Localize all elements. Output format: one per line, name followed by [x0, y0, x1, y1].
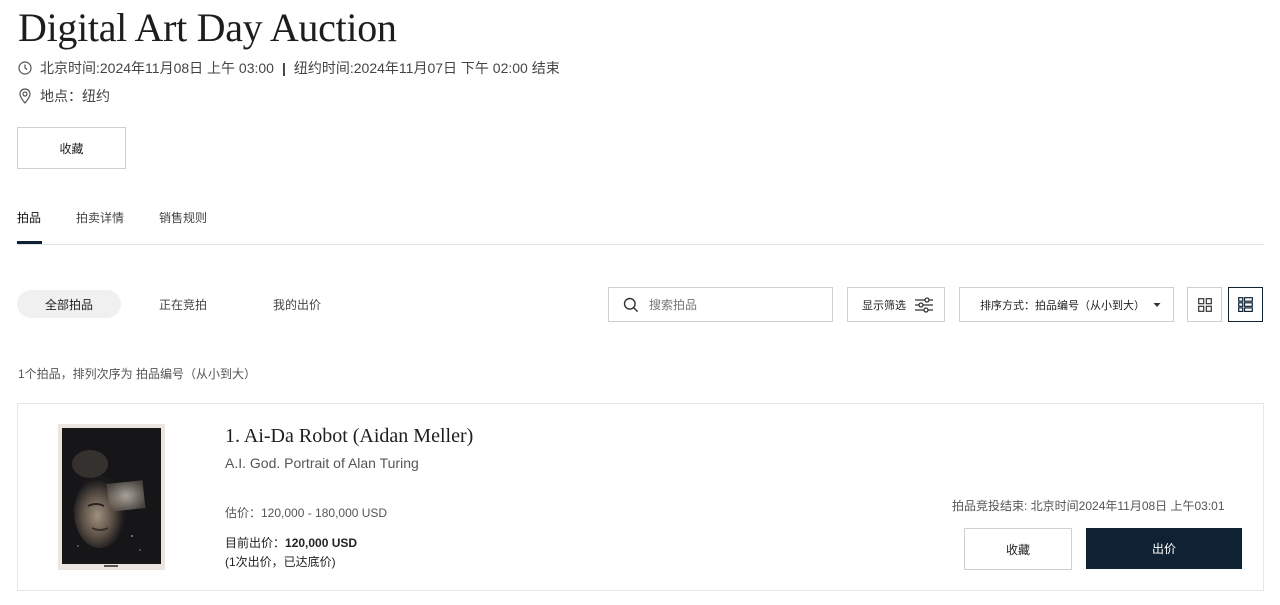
lot-title[interactable]: 1. Ai-Da Robot (Aidan Meller)	[225, 425, 473, 448]
sort-label: 排序方式：拍品编号（从小到大）	[980, 299, 1145, 312]
filter-my-bids[interactable]: 我的出价	[247, 290, 347, 318]
search-input[interactable]	[647, 296, 821, 313]
tab-auction-details[interactable]: 拍卖详情	[76, 209, 124, 226]
time-separator: |	[281, 60, 286, 76]
current-bid-value: 120,000 USD	[285, 536, 358, 550]
current-bid-label: 目前出价：	[225, 536, 286, 550]
sort-dropdown[interactable]: 排序方式：拍品编号（从小到大）	[959, 287, 1174, 322]
tab-lots[interactable]: 拍品	[17, 209, 41, 226]
clock-icon	[18, 61, 32, 75]
auction-time-row: 北京时间:2024年11月08日 上午 03:00 | 纽约时间:2024年11…	[18, 58, 560, 78]
current-bid: 目前出价：120,000 USD	[225, 534, 357, 551]
filter-bidding-now[interactable]: 正在竞拍	[133, 290, 233, 318]
tab-sale-rules[interactable]: 销售规则	[159, 209, 207, 226]
search-icon	[623, 297, 639, 312]
list-view-button[interactable]	[1228, 287, 1263, 322]
lot-estimate: 估价：120,000 - 180,000 USD	[225, 506, 388, 520]
sliders-icon	[915, 296, 933, 313]
lot-thumbnail[interactable]	[58, 424, 165, 570]
results-summary: 1个拍品，排列次序为 拍品编号（从小到大）	[18, 367, 257, 381]
caret-down-icon	[1153, 302, 1161, 307]
tabs-divider	[17, 244, 1264, 245]
artwork-image	[58, 424, 165, 570]
place-bid-button[interactable]: 出价	[1086, 528, 1242, 569]
grid-view-icon	[1197, 297, 1212, 312]
list-view-icon	[1238, 297, 1253, 312]
show-filters-button[interactable]: 显示筛选	[847, 287, 945, 322]
page-title: Digital Art Day Auction	[18, 5, 397, 50]
grid-view-button[interactable]	[1187, 287, 1222, 322]
favorite-lot-button[interactable]: 收藏	[964, 528, 1072, 570]
location-row: 地点：纽约	[18, 86, 110, 106]
newyork-time: 纽约时间:2024年11月07日 下午 02:00 结束	[293, 60, 560, 76]
location-pin-icon	[19, 88, 31, 104]
filter-all-lots[interactable]: 全部拍品	[17, 290, 121, 318]
show-filters-label: 显示筛选	[862, 299, 906, 312]
beijing-time: 北京时间:2024年11月08日 上午 03:00	[40, 60, 274, 76]
lot-subtitle: A.I. God. Portrait of Alan Turing	[225, 455, 419, 471]
bid-info: (1次出价，已达底价)	[225, 555, 336, 569]
search-box[interactable]	[608, 287, 833, 322]
location-text: 地点：纽约	[40, 88, 110, 104]
active-tab-indicator	[17, 241, 42, 244]
favorite-auction-button[interactable]: 收藏	[17, 127, 126, 169]
lot-closing-time: 拍品竞投结束: 北京时间2024年11月08日 上午03:01	[952, 499, 1225, 513]
